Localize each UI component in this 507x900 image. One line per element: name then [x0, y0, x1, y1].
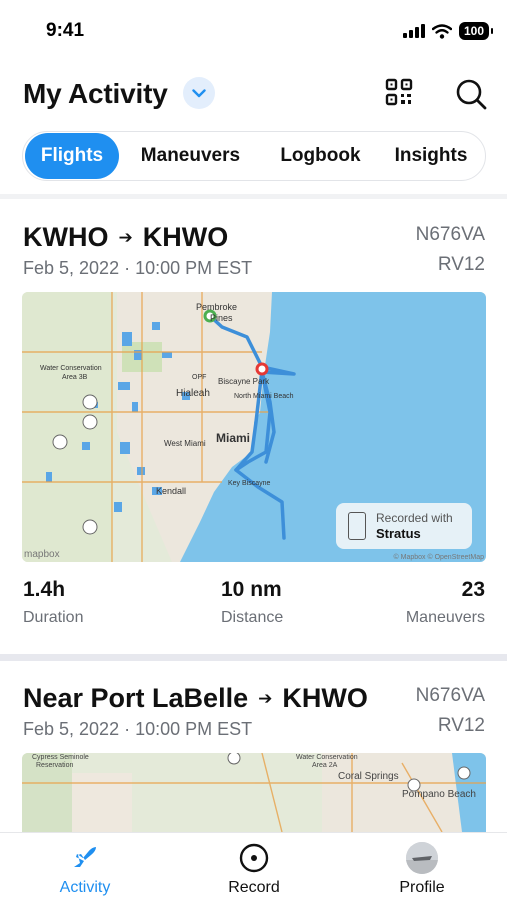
destination-airport: KHWO — [282, 683, 368, 713]
map-label: Water Conservation — [40, 365, 102, 372]
destination-airport: KHWO — [142, 222, 229, 252]
flight-map[interactable]: Pembroke Pines Water Conservation Area 3… — [22, 292, 486, 562]
stat-maneuvers: 23 Maneuvers — [406, 578, 485, 627]
distance-value: 10 nm — [221, 578, 282, 601]
search-button[interactable] — [453, 76, 489, 112]
recorded-with-label: Recorded with — [376, 511, 453, 525]
tab-maneuvers[interactable]: Maneuvers — [119, 133, 262, 179]
wifi-icon — [431, 23, 452, 39]
section-divider — [0, 194, 507, 199]
aircraft-model: RV12 — [437, 715, 485, 736]
avatar — [406, 842, 438, 874]
airplane-icon — [30, 841, 140, 875]
title-dropdown-button[interactable] — [183, 77, 215, 109]
battery-indicator: 100 — [458, 22, 494, 40]
map-label: Biscayne Park — [218, 377, 270, 386]
map-label: Pines — [210, 313, 233, 323]
map-label: North Miami Beach — [234, 393, 294, 400]
status-time: 9:41 — [46, 20, 85, 41]
map-label: Area 3B — [62, 374, 88, 381]
arrow-right-icon: ➔ — [258, 688, 273, 708]
flight-date: Feb 5, 2022 · 10:00 PM EST — [23, 258, 253, 278]
map-graphic: Cypress Seminole Reservation Water Conse… — [22, 753, 486, 832]
map-label: Pompano Beach — [402, 789, 476, 800]
bottom-navigation: Activity Record Profile — [0, 832, 507, 900]
stat-distance: 10 nm Distance — [221, 578, 283, 627]
cellular-signal-icon — [402, 24, 425, 38]
record-icon — [199, 841, 309, 875]
map-label: Cypress Seminole — [32, 754, 89, 761]
tab-insights[interactable]: Insights — [379, 133, 483, 179]
flight-map[interactable]: Cypress Seminole Reservation Water Conse… — [22, 753, 486, 832]
nav-activity-label: Activity — [59, 879, 111, 896]
map-label: Area 2A — [312, 762, 338, 769]
recorded-with-badge: Recorded with Stratus — [336, 503, 472, 549]
map-label: West Miami — [164, 439, 206, 448]
maneuvers-value: 23 — [461, 578, 485, 601]
activity-tabs: Flights Maneuvers Logbook Insights — [22, 131, 486, 181]
qr-code-button[interactable] — [385, 78, 417, 110]
chevron-down-icon — [192, 88, 206, 97]
origin-airport: KWHO — [23, 222, 109, 252]
qr-code-icon — [385, 78, 413, 106]
nav-profile[interactable]: Profile — [367, 841, 477, 897]
flight-card[interactable]: KWHO ➔ KHWO Feb 5, 2022 · 10:00 PM EST N… — [0, 222, 507, 642]
mapbox-logo: mapbox — [24, 549, 60, 560]
flight-route: Near Port LaBelle ➔ KHWO — [23, 683, 368, 714]
map-label: Water Conservation — [296, 754, 358, 761]
origin-airport: Near Port LaBelle — [23, 683, 249, 713]
section-divider — [0, 654, 507, 661]
maneuvers-label: Maneuvers — [405, 609, 485, 626]
flight-stats: 1.4h Duration 10 nm Distance 23 Maneuver… — [23, 578, 485, 628]
search-icon — [456, 79, 487, 110]
nav-profile-label: Profile — [399, 879, 445, 896]
tail-number: N676VA — [415, 224, 485, 245]
recorder-name: Stratus — [376, 526, 421, 541]
flight-date: Feb 5, 2022 · 10:00 PM EST — [23, 719, 253, 739]
status-bar: 9:41 100 — [0, 0, 507, 62]
duration-label: Duration — [23, 609, 84, 626]
flight-route: KWHO ➔ KHWO — [23, 222, 228, 253]
map-label: Reservation — [36, 762, 73, 769]
tab-logbook[interactable]: Logbook — [262, 133, 379, 179]
page-title: My Activity — [23, 78, 168, 109]
status-icons: 100 — [402, 22, 494, 40]
tail-number: N676VA — [415, 685, 485, 706]
duration-value: 1.4h — [23, 578, 66, 601]
map-label: Coral Springs — [338, 771, 399, 782]
aircraft-model: RV12 — [437, 254, 485, 275]
map-attribution: © Mapbox © OpenStreetMap — [393, 554, 484, 561]
stratus-device-icon — [348, 512, 366, 540]
map-label: Key Biscayne — [228, 480, 271, 487]
arrow-right-icon: ➔ — [118, 227, 133, 247]
map-label: Hialeah — [176, 388, 210, 399]
distance-label: Distance — [221, 609, 284, 626]
map-label: Miami — [216, 431, 250, 445]
map-label: Pembroke — [196, 302, 237, 312]
nav-activity[interactable]: Activity — [30, 841, 140, 897]
map-label: OPF — [192, 374, 206, 381]
map-label: Kendall — [156, 486, 186, 496]
nav-record[interactable]: Record — [199, 841, 309, 897]
stat-duration: 1.4h Duration — [23, 578, 83, 627]
tab-flights[interactable]: Flights — [25, 133, 119, 179]
flight-card[interactable]: Near Port LaBelle ➔ KHWO Feb 5, 2022 · 1… — [0, 683, 507, 833]
nav-record-label: Record — [228, 879, 280, 896]
header: My Activity — [23, 72, 489, 118]
